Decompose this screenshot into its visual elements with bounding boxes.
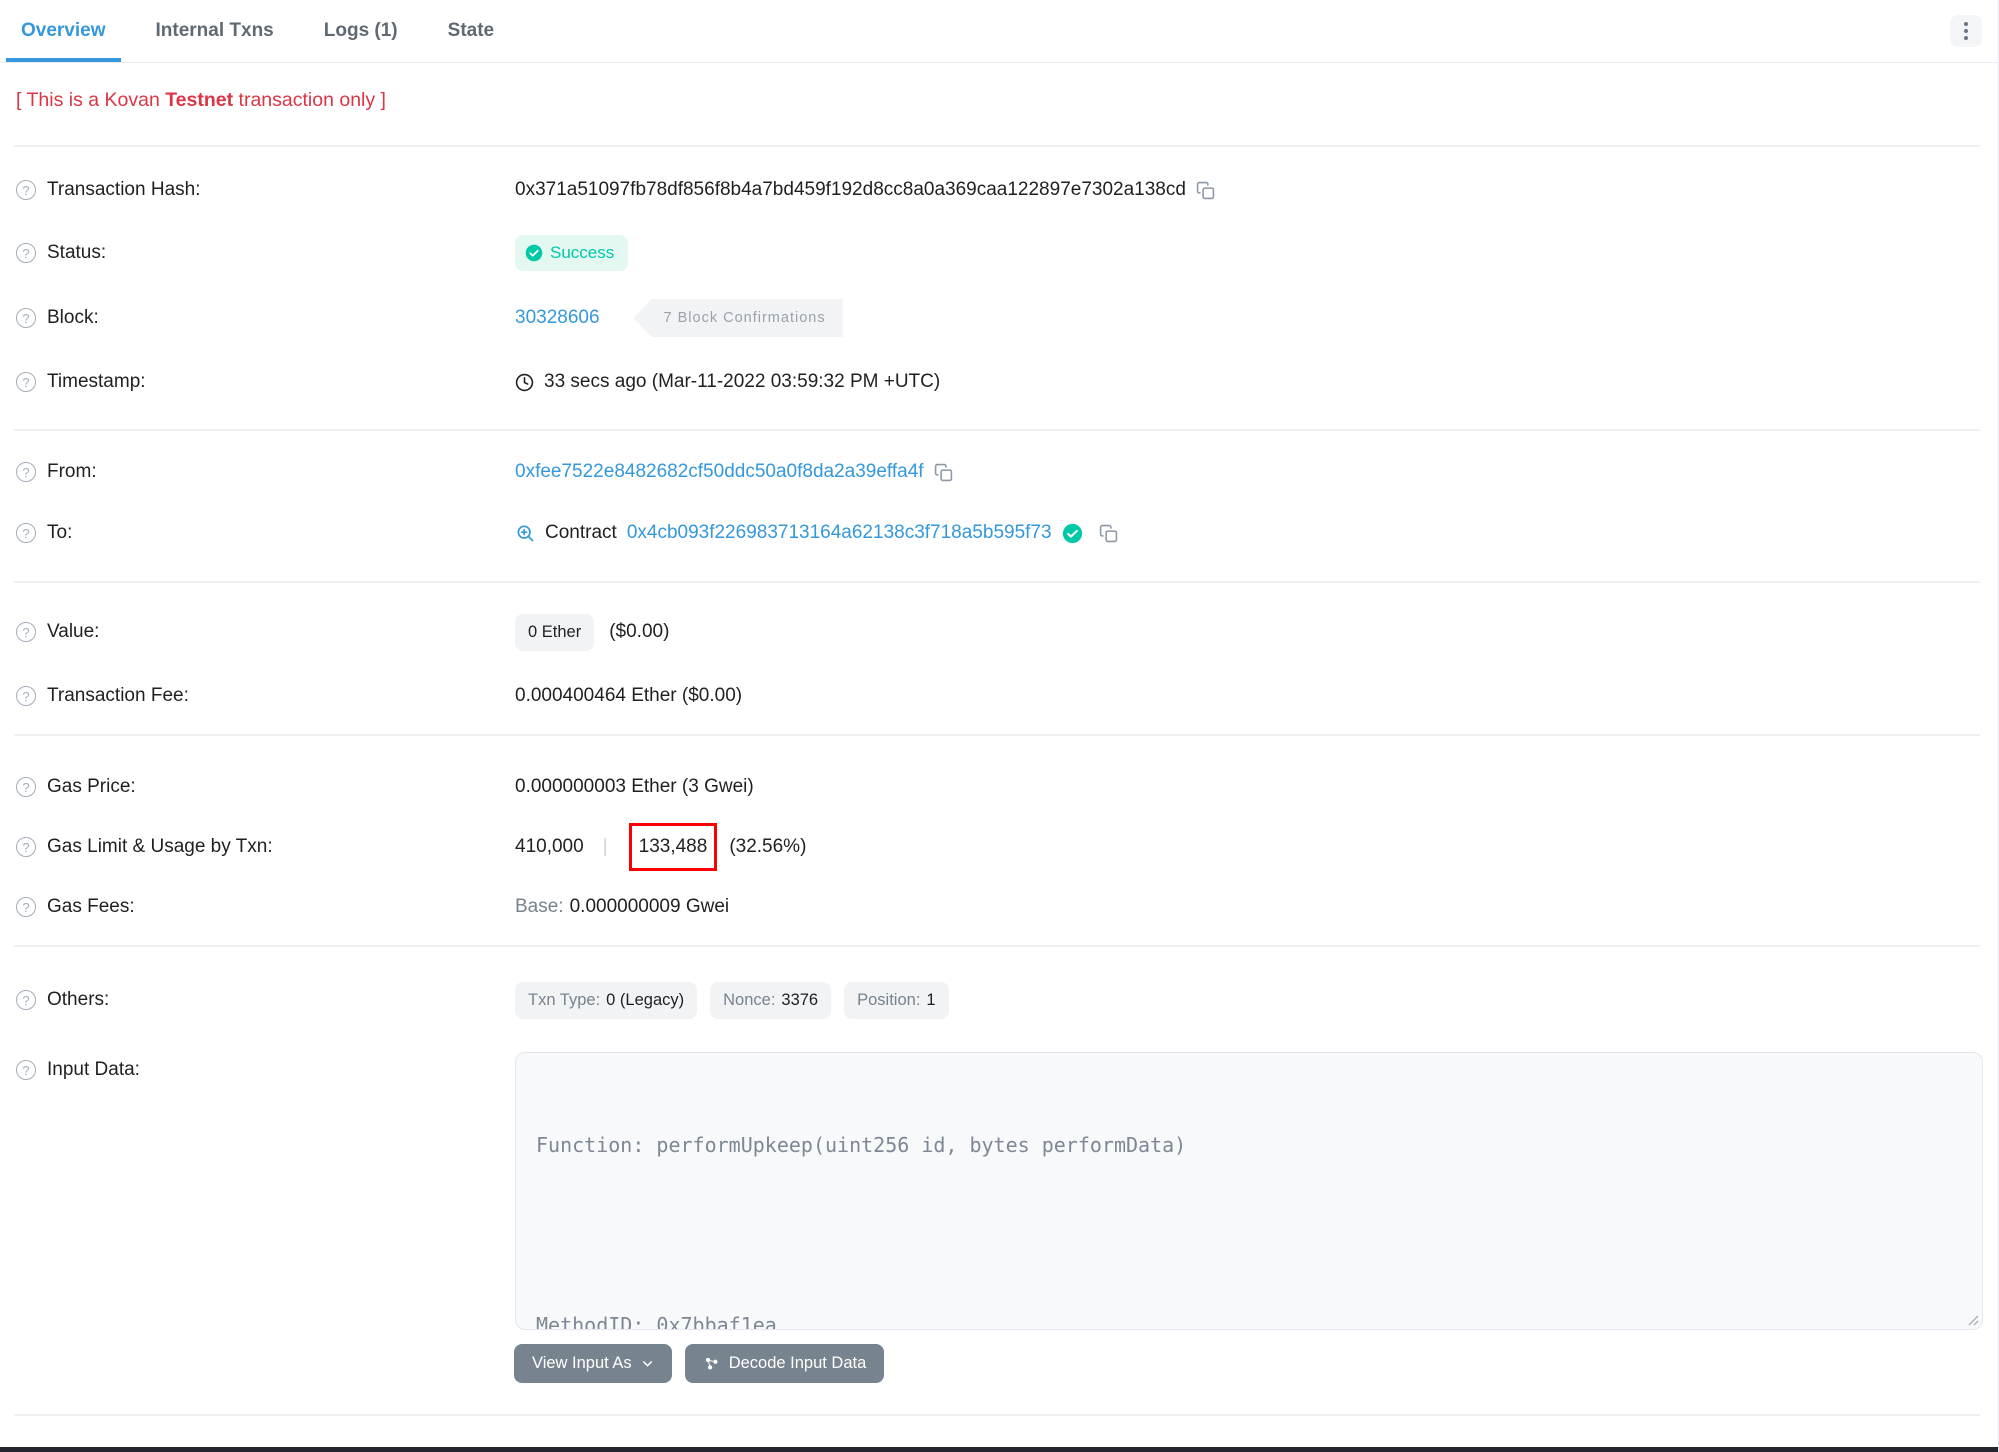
divider <box>14 734 1980 736</box>
row-transaction-fee: Transaction Fee: 0.000400464 Ether ($0.0… <box>0 674 1998 718</box>
divider <box>14 945 1980 947</box>
view-input-as-button[interactable]: View Input As <box>514 1344 672 1383</box>
check-circle-icon <box>525 244 543 262</box>
copy-icon[interactable] <box>1196 181 1215 200</box>
help-icon <box>16 686 36 706</box>
input-methodid-line: MethodID: 0x7bbaf1ea <box>536 1313 777 1330</box>
zoom-in-icon[interactable] <box>515 523 535 543</box>
row-to: To: Contract 0x4cb093f226983713164a62138… <box>0 511 1998 555</box>
footer-edge <box>0 1447 1998 1452</box>
row-block: Block: 30328606 7 Block Confirmations <box>0 296 1998 340</box>
status-badge: Success <box>515 235 629 271</box>
transaction-hash-label-group: Transaction Hash: <box>16 168 200 212</box>
input-actions: View Input As Decode Input Data <box>514 1344 885 1383</box>
row-gas-price: Gas Price: 0.000000003 Ether (3 Gwei) <box>0 765 1998 809</box>
notice-prefix: [ This is a Kovan <box>16 89 166 111</box>
kebab-menu-icon[interactable] <box>1950 15 1982 47</box>
input-function-line: Function: performUpkeep(uint256 id, byte… <box>536 1133 1187 1157</box>
transaction-hash-value: 0x371a51097fb78df856f8b4a7bd459f192d8cc8… <box>515 179 1186 200</box>
tab-bar: Overview Internal Txns Logs (1) State <box>0 0 1998 63</box>
row-value: Value: 0 Ether ($0.00) <box>0 610 1998 654</box>
help-icon <box>16 990 36 1010</box>
tab-logs[interactable]: Logs (1) <box>309 0 413 62</box>
to-type-text: Contract <box>545 522 617 543</box>
to-address-link[interactable]: 0x4cb093f226983713164a62138c3f718a5b595f… <box>627 522 1052 544</box>
separator: | <box>602 836 608 857</box>
help-icon <box>16 462 36 482</box>
notice-bold: Testnet <box>165 89 234 111</box>
gas-limit-value: 410,000 <box>515 836 584 857</box>
transaction-details-page: Overview Internal Txns Logs (1) State [ … <box>0 0 1999 1452</box>
transaction-fee-label: Transaction Fee: <box>47 685 189 706</box>
chevron-down-icon <box>642 1361 652 1367</box>
resize-grip-icon[interactable] <box>1967 1314 1979 1326</box>
testnet-notice: [ This is a Kovan Testnet transaction on… <box>16 89 386 112</box>
row-status: Status: Success <box>0 231 1998 275</box>
from-address-link[interactable]: 0xfee7522e8482682cf50ddc50a0f8da2a39effa… <box>515 461 924 483</box>
divider <box>14 429 1980 431</box>
help-icon <box>16 372 36 392</box>
txn-type-badge: Txn Type: 0 (Legacy) <box>515 981 698 1019</box>
block-number-link[interactable]: 30328606 <box>515 307 600 329</box>
timestamp-label: Timestamp: <box>47 371 146 392</box>
row-gas-limit-usage: Gas Limit & Usage by Txn: 410,000 | 133,… <box>0 823 1998 871</box>
nonce-badge: Nonce: 3376 <box>710 981 832 1019</box>
decode-input-data-button[interactable]: Decode Input Data <box>684 1344 885 1383</box>
status-text: Success <box>550 243 615 262</box>
gas-used-percent: (32.56%) <box>729 836 807 857</box>
divider <box>14 145 1980 147</box>
copy-icon[interactable] <box>934 463 953 482</box>
gas-price-label: Gas Price: <box>47 776 136 797</box>
help-icon <box>16 1060 36 1080</box>
gas-used-value-annotated: 133,488 <box>628 823 718 871</box>
clock-icon <box>515 373 534 391</box>
divider <box>14 581 1980 583</box>
help-icon <box>16 308 36 328</box>
timestamp-value: 33 secs ago (Mar-11-2022 03:59:32 PM +UT… <box>544 371 941 392</box>
from-label: From: <box>47 461 97 482</box>
row-others: Others: Txn Type:0 (Legacy) Nonce:3376 P… <box>0 978 1998 1022</box>
help-icon <box>16 180 36 200</box>
help-icon <box>16 837 36 857</box>
help-icon <box>16 777 36 797</box>
gas-fees-label: Gas Fees: <box>47 896 135 917</box>
status-label: Status: <box>47 242 107 263</box>
verified-check-icon <box>1062 523 1082 543</box>
tab-internal-txns[interactable]: Internal Txns <box>141 0 289 62</box>
notice-suffix: transaction only ] <box>233 89 386 111</box>
transaction-hash-label: Transaction Hash: <box>47 179 201 200</box>
decode-icon <box>705 1357 718 1370</box>
position-badge: Position: 1 <box>844 981 949 1019</box>
input-data-box[interactable]: Function: performUpkeep(uint256 id, byte… <box>515 1052 1983 1330</box>
row-transaction-hash: Transaction Hash: 0x371a51097fb78df856f8… <box>0 168 1998 212</box>
ether-value-badge: 0 Ether <box>515 613 595 651</box>
input-data-label: Input Data: <box>47 1059 140 1080</box>
help-icon <box>16 622 36 642</box>
row-from: From: 0xfee7522e8482682cf50ddc50a0f8da2a… <box>0 450 1998 494</box>
usd-value: ($0.00) <box>609 621 670 642</box>
divider <box>14 1414 1980 1416</box>
others-label: Others: <box>47 989 110 1010</box>
gas-price-value: 0.000000003 Ether (3 Gwei) <box>515 776 754 797</box>
block-confirmations-badge: 7 Block Confirmations <box>633 299 843 337</box>
copy-icon[interactable] <box>1099 524 1118 543</box>
transaction-fee-value: 0.000400464 Ether ($0.00) <box>515 685 743 706</box>
base-fee-value: 0.000000009 Gwei <box>569 896 730 917</box>
row-timestamp: Timestamp: 33 secs ago (Mar-11-2022 03:5… <box>0 360 1998 404</box>
tab-state[interactable]: State <box>433 0 509 62</box>
block-label: Block: <box>47 307 99 328</box>
to-label: To: <box>47 522 73 543</box>
base-fee-label: Base: <box>515 896 564 917</box>
help-icon <box>16 243 36 263</box>
help-icon <box>16 523 36 543</box>
value-label: Value: <box>47 621 100 642</box>
tab-overview[interactable]: Overview <box>6 0 121 62</box>
row-gas-fees: Gas Fees: Base: 0.000000009 Gwei <box>0 885 1998 929</box>
gas-limit-label: Gas Limit & Usage by Txn: <box>47 836 273 857</box>
help-icon <box>16 897 36 917</box>
